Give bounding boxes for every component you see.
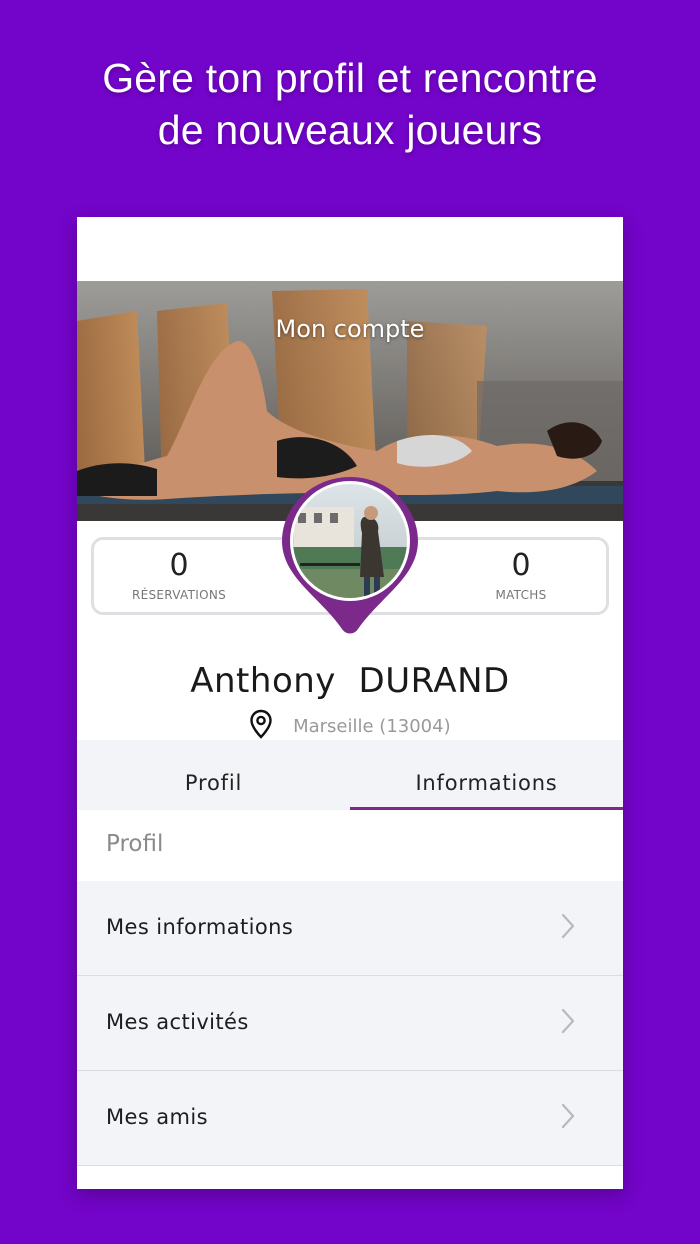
location-pin-icon [249,709,273,744]
reservations-count: 0 [169,548,189,583]
page-title: Mon compte [275,315,425,343]
reservations-stat[interactable]: 0 RÉSERVATIONS [104,548,254,602]
tab-profil[interactable]: Profil [77,740,350,810]
user-location: Marseille (13004) [77,709,623,744]
user-last-name: DURAND [358,661,510,701]
profile-tabs: Profil Informations [77,740,623,810]
app-screen: Mon compte 0 RÉSERVATIONS 0 MATCHS Antho… [77,217,623,1189]
menu-item-label: Mes activités [106,1010,249,1034]
menu-item-label: Mes amis [106,1105,208,1129]
profile-menu: Mes informations Mes activités Mes amis [77,881,623,1166]
location-text: Marseille (13004) [293,716,451,737]
section-title: Profil [106,831,164,857]
tab-informations[interactable]: Informations [350,740,623,810]
chevron-right-icon [561,913,575,943]
user-full-name: Anthony DURAND [77,661,623,701]
reservations-label: RÉSERVATIONS [131,588,227,602]
menu-item-label: Mes informations [106,915,294,939]
chevron-right-icon [561,1008,575,1038]
menu-item-mes-informations[interactable]: Mes informations [77,881,623,976]
headline-line-2: de nouveaux joueurs [157,107,543,153]
matchs-stat[interactable]: 0 MATCHS [446,548,596,602]
menu-item-mes-amis[interactable]: Mes amis [77,1071,623,1166]
matchs-count: 0 [511,548,531,583]
promo-headline: Gère ton profil et rencontre de nouveaux… [0,52,700,156]
menu-item-mes-activites[interactable]: Mes activités [77,976,623,1071]
user-first-name: Anthony [190,661,336,701]
chevron-right-icon [561,1103,575,1133]
headline-line-1: Gère ton profil et rencontre [102,55,598,101]
avatar[interactable] [280,477,420,637]
matchs-label: MATCHS [495,588,547,602]
